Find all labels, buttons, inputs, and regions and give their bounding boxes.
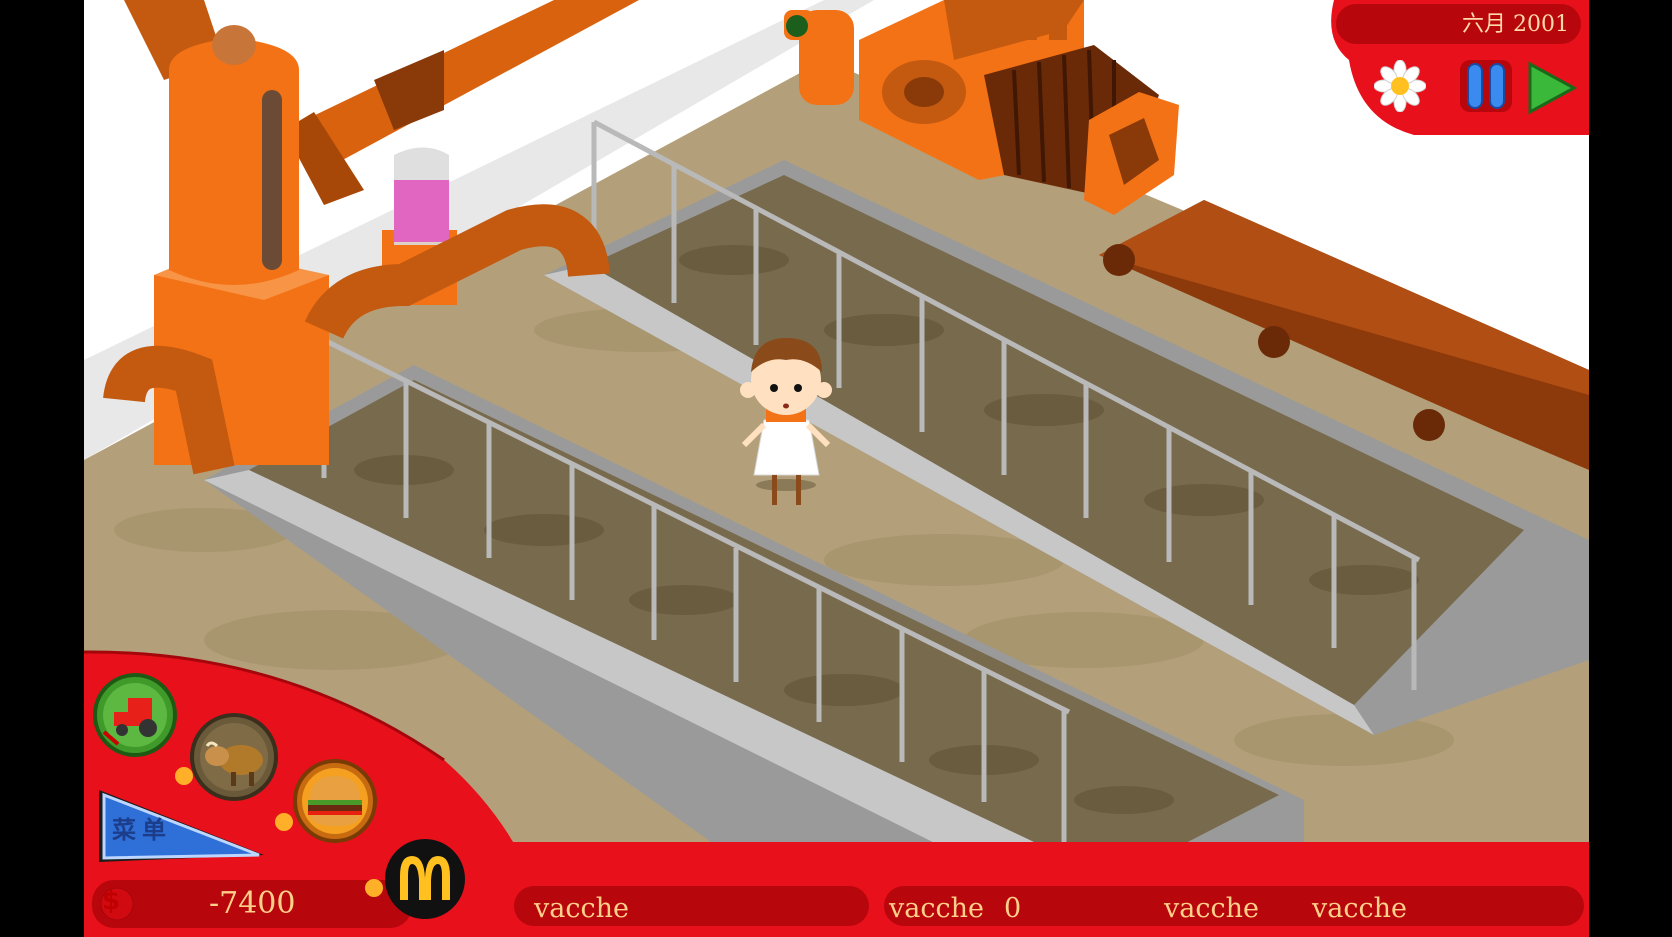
money-value: -7400 xyxy=(209,886,296,921)
mcdonalds-logo-button[interactable] xyxy=(382,836,468,922)
restaurant-button[interactable] xyxy=(292,758,378,844)
status-slot-1: vacche xyxy=(534,893,629,924)
game-stage: 六月 2001 菜单 $ -7400 vacche vacche 0 vacch… xyxy=(84,0,1589,937)
hud-dot-icon xyxy=(365,879,383,897)
tractor-icon xyxy=(93,673,177,757)
status-slot-2-value: 0 xyxy=(1004,893,1022,924)
pause-icon xyxy=(1460,60,1512,112)
daisy-flower-icon xyxy=(1373,59,1427,113)
menu-button-label: 菜单 xyxy=(112,816,172,844)
settings-button[interactable] xyxy=(1373,59,1427,113)
mcdonalds-arches-logo xyxy=(385,839,465,919)
status-slot-2-label: vacche xyxy=(889,893,984,924)
menu-button[interactable]: 菜单 xyxy=(104,800,259,858)
field-button[interactable] xyxy=(92,672,178,758)
livestock-button[interactable] xyxy=(189,712,279,802)
status-slot-3: vacche xyxy=(1164,893,1259,924)
hud-dot-icon xyxy=(275,813,293,831)
cow-icon xyxy=(190,713,278,801)
status-slot-4: vacche xyxy=(1312,893,1407,924)
play-button[interactable] xyxy=(1524,60,1579,115)
game-date: 六月 2001 xyxy=(1462,12,1569,37)
pause-button[interactable] xyxy=(1456,56,1516,116)
hamburger-icon xyxy=(293,759,377,843)
money-symbol: $ xyxy=(102,886,121,916)
play-icon xyxy=(1528,61,1578,115)
